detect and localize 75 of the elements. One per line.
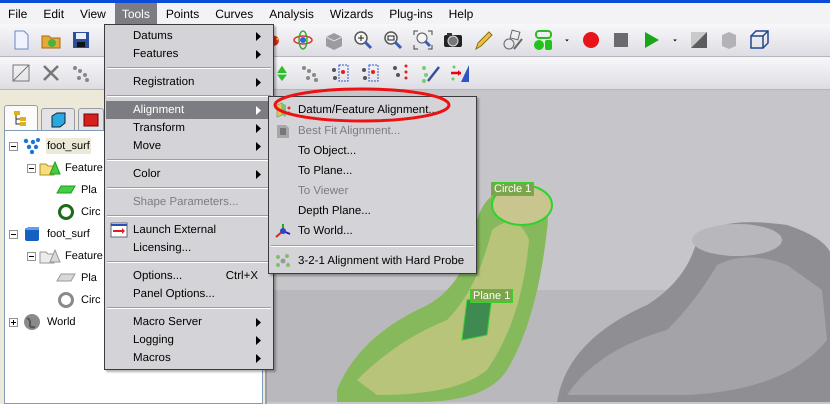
- axes-icon: [274, 222, 292, 240]
- menu-bar-item[interactable]: Plug-ins: [382, 3, 440, 24]
- tree-item[interactable]: Feature: [64, 160, 104, 176]
- menu-item[interactable]: Datum/Feature Alignment...: [270, 99, 475, 121]
- point-cloud-icon: [21, 137, 43, 155]
- submenu-arrow-icon: [256, 78, 262, 86]
- collapse-toggle[interactable]: [9, 230, 18, 238]
- wireframe-cube-icon[interactable]: [748, 29, 770, 51]
- shortcut-label: Ctrl+X: [226, 270, 259, 282]
- menu-item[interactable]: Datums: [106, 27, 272, 45]
- shapes-icon[interactable]: [502, 29, 524, 51]
- expand-toggle[interactable]: [9, 318, 18, 326]
- shading-icon[interactable]: [688, 29, 710, 51]
- zoom-fit-icon[interactable]: [412, 29, 434, 51]
- best-fit-icon: [274, 122, 292, 140]
- menu-item[interactable]: Move: [106, 137, 272, 155]
- brick-icon: [82, 110, 100, 128]
- collapse-toggle[interactable]: [27, 252, 36, 260]
- collapse-toggle[interactable]: [27, 164, 36, 172]
- feature-folder-icon: [39, 159, 61, 177]
- menu-bar-item[interactable]: Tools: [114, 3, 157, 24]
- menu-item[interactable]: Transform: [106, 119, 272, 137]
- atom-icon[interactable]: [292, 29, 314, 51]
- menu-bar-item[interactable]: Analysis: [262, 3, 321, 24]
- record-icon[interactable]: [580, 29, 602, 51]
- feature-align-icon: [274, 101, 292, 119]
- launch-icon: [110, 222, 128, 238]
- menu-item[interactable]: Depth Plane...: [270, 201, 475, 221]
- menu-item[interactable]: Macros: [106, 349, 272, 367]
- menu-item[interactable]: Launch External: [106, 221, 272, 239]
- pencil-icon[interactable]: [472, 29, 494, 51]
- menu-item[interactable]: Color: [106, 165, 272, 183]
- circle-icon: [55, 203, 77, 221]
- zoom-in-icon[interactable]: [352, 29, 374, 51]
- menu-bar-item[interactable]: View: [73, 3, 113, 24]
- menu-bar-item[interactable]: Help: [442, 3, 480, 24]
- submenu-arrow-icon: [256, 170, 262, 178]
- probe-points-icon: [274, 252, 292, 270]
- frame-icon[interactable]: [10, 62, 32, 84]
- tree-item[interactable]: World: [46, 314, 77, 330]
- tree-item[interactable]: foot_surf: [46, 226, 91, 242]
- zoom-window-icon[interactable]: [382, 29, 404, 51]
- menu-item[interactable]: To Plane...: [270, 161, 475, 181]
- collapse-toggle[interactable]: [9, 142, 18, 150]
- menu-item[interactable]: Licensing...: [106, 239, 272, 257]
- tree-item[interactable]: Pla: [80, 182, 98, 198]
- menu-item[interactable]: Panel Options...: [106, 285, 272, 303]
- menu-item[interactable]: 3-2-1 Alignment with Hard Probe: [270, 251, 475, 271]
- tree-item[interactable]: Circ: [80, 292, 102, 308]
- panel-tab[interactable]: [41, 108, 75, 130]
- feature-label: Plane 1: [470, 289, 514, 303]
- tree-item[interactable]: Feature: [64, 248, 104, 264]
- selected-points-icon[interactable]: [359, 62, 381, 84]
- menu-item[interactable]: Options... Ctrl+X: [106, 267, 272, 285]
- selected-points-icon[interactable]: [329, 62, 351, 84]
- circle-icon: [55, 291, 77, 309]
- menu-item[interactable]: Features: [106, 45, 272, 63]
- menu-item[interactable]: Logging: [106, 331, 272, 349]
- tree-item[interactable]: Pla: [80, 270, 98, 286]
- menu-item[interactable]: To Object...: [270, 141, 475, 161]
- menu-item[interactable]: To World...: [270, 221, 475, 241]
- menu-bar-item[interactable]: Edit: [36, 3, 72, 24]
- menu-bar-item[interactable]: File: [1, 3, 34, 24]
- tree-item[interactable]: foot_surf: [46, 138, 91, 154]
- globe-icon: [21, 313, 43, 331]
- feature-folder-icon: [39, 247, 61, 265]
- save-icon[interactable]: [70, 29, 92, 51]
- feature-label: Circle 1: [491, 182, 534, 196]
- tree-item[interactable]: Circ: [80, 204, 102, 220]
- menu-bar-item[interactable]: Curves: [208, 3, 260, 24]
- menu-bar-item[interactable]: Wizards: [322, 3, 380, 24]
- menu-item[interactable]: Registration: [106, 73, 272, 91]
- panel-tab[interactable]: [78, 108, 104, 130]
- menu-bar-item[interactable]: Points: [158, 3, 206, 24]
- menu-item[interactable]: Macro Server: [106, 313, 272, 331]
